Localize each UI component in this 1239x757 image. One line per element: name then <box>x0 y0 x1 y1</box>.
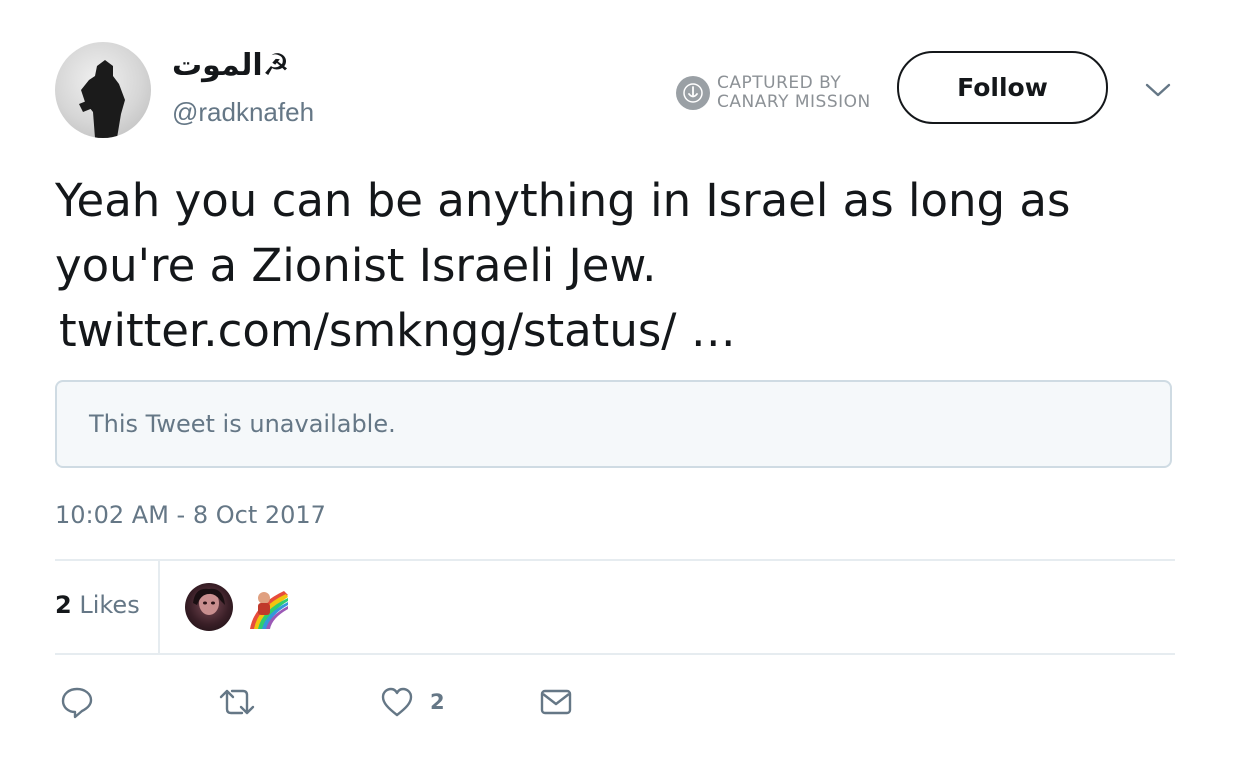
reply-button[interactable] <box>60 684 94 720</box>
tweet-card: الموت☭ @radknafeh CAPTURED BY CANARY MIS… <box>0 0 1239 757</box>
tweet-timestamp[interactable]: 10:02 AM - 8 Oct 2017 <box>55 501 326 529</box>
captured-by-watermark: CAPTURED BY CANARY MISSION <box>676 74 871 112</box>
captured-by-line1: CAPTURED BY <box>717 73 842 93</box>
divider <box>55 653 1175 655</box>
follow-button[interactable]: Follow <box>897 51 1108 124</box>
quoted-tweet-box: This Tweet is unavailable. <box>55 380 1172 468</box>
liker-avatar[interactable] <box>244 585 290 631</box>
like-button[interactable]: 2 <box>380 684 445 720</box>
heart-icon <box>381 687 413 717</box>
divider <box>55 559 1175 561</box>
quoted-tweet-unavailable: This Tweet is unavailable. <box>89 410 396 438</box>
likes-stat[interactable]: 2 Likes <box>55 591 140 619</box>
likes-label: Likes <box>79 591 140 619</box>
user-avatar[interactable] <box>55 42 151 138</box>
like-count: 2 <box>430 690 445 714</box>
retweet-icon <box>219 689 255 715</box>
retweet-button[interactable] <box>218 684 256 720</box>
tweet-link[interactable]: twitter.com/smkngg/status/ … <box>55 298 1185 363</box>
tweet-body-text: Yeah you can be anything in Israel as lo… <box>55 174 1071 292</box>
reply-icon <box>61 687 93 719</box>
captured-by-line2: CANARY MISSION <box>717 92 871 112</box>
user-handle[interactable]: @radknafeh <box>172 97 314 128</box>
direct-message-button[interactable] <box>539 684 573 720</box>
canary-mission-logo <box>676 76 710 110</box>
tweet-text: Yeah you can be anything in Israel as lo… <box>55 168 1185 363</box>
liker-avatar[interactable] <box>185 583 233 631</box>
divider <box>158 561 160 654</box>
likes-count: 2 <box>55 591 72 619</box>
envelope-icon <box>540 689 572 715</box>
chevron-down-icon[interactable] <box>1143 78 1173 102</box>
display-name[interactable]: الموت☭ <box>172 48 290 83</box>
